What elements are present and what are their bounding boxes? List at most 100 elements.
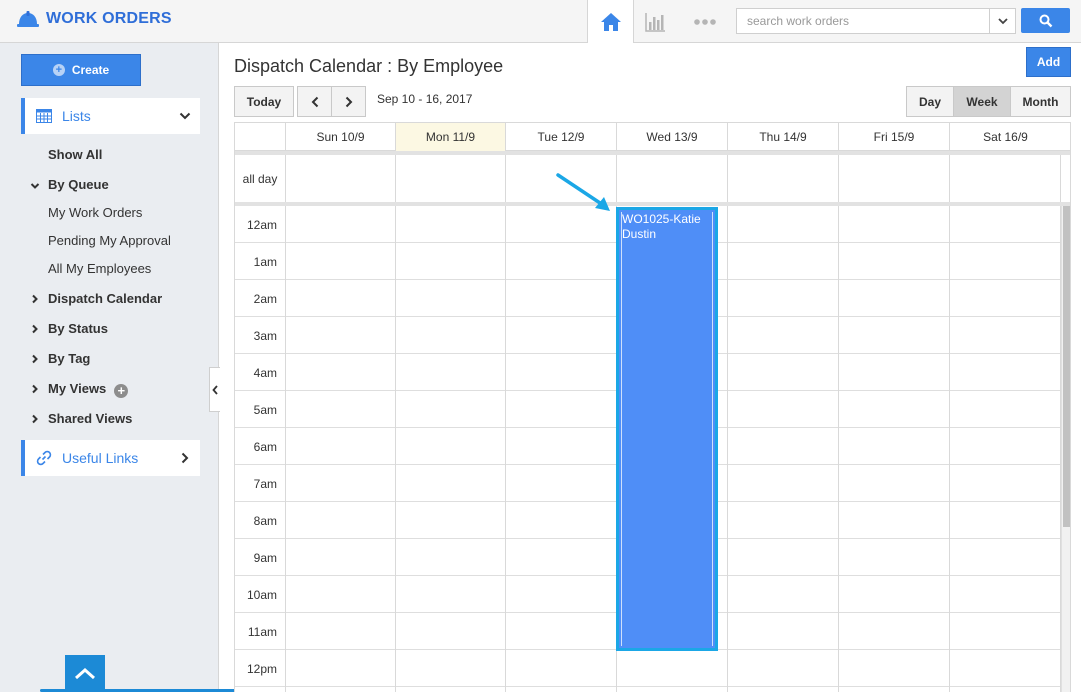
day-header-fri[interactable]: Fri 15/9	[838, 123, 949, 151]
app-title: WORK ORDERS	[46, 10, 172, 27]
week-calendar: Sun 10/9 Mon 11/9 Tue 12/9 Wed 13/9 Thu …	[234, 122, 1071, 692]
sidebar-item-by-status[interactable]: By Status	[48, 321, 108, 336]
sidebar-item-pending-my-approval[interactable]: Pending My Approval	[48, 233, 171, 248]
day-header-sat[interactable]: Sat 16/9	[949, 123, 1061, 151]
lists-label: Lists	[62, 108, 91, 124]
hour-label: 1am	[253, 254, 277, 269]
sidebar-item-shared-views[interactable]: Shared Views	[48, 411, 132, 426]
hour-label: 2am	[253, 291, 277, 306]
scrollbar-thumb[interactable]	[1063, 206, 1070, 527]
today-button[interactable]: Today	[234, 86, 294, 117]
chevron-down-icon	[178, 109, 192, 123]
event-title: WO1025-Katie Dustin	[622, 212, 701, 242]
day-column-divider	[285, 206, 286, 692]
add-button[interactable]: Add	[1026, 47, 1071, 77]
event-title-line-1: WO1025-Katie	[622, 212, 701, 226]
chevron-right-icon[interactable]	[30, 414, 40, 424]
all-day-cell[interactable]	[395, 155, 505, 202]
event-title-line-2: Dustin	[622, 227, 657, 241]
all-day-label: all day	[242, 171, 278, 186]
all-day-row: all day	[235, 155, 1070, 202]
view-month-button[interactable]: Month	[1010, 86, 1071, 117]
all-day-cell[interactable]	[949, 155, 1061, 202]
useful-links-section-header[interactable]: Useful Links	[21, 440, 200, 476]
nav-reports-button[interactable]	[634, 0, 676, 43]
search-icon	[1039, 14, 1052, 27]
hour-label: 7am	[253, 476, 277, 491]
calendar-scrollbar[interactable]	[1061, 206, 1070, 692]
day-column-divider	[395, 206, 396, 692]
my-views-label: My Views	[48, 381, 107, 396]
plus-icon: +	[52, 64, 65, 76]
add-view-icon[interactable]: +	[114, 384, 129, 398]
chevron-right-icon[interactable]	[30, 294, 40, 304]
hour-label: 4am	[253, 365, 277, 380]
day-column-divider	[727, 206, 728, 692]
hour-label: 6am	[253, 439, 277, 454]
hour-label: 11am	[247, 624, 277, 639]
day-header-mon[interactable]: Mon 11/9	[395, 123, 505, 151]
chevron-right-icon[interactable]	[30, 384, 40, 394]
create-label: Create	[71, 63, 110, 77]
hour-label: 8am	[253, 513, 277, 528]
annotation-arrow-icon	[556, 173, 610, 211]
useful-links-label: Useful Links	[62, 450, 139, 466]
chevron-right-icon	[178, 451, 192, 465]
chevron-right-icon[interactable]	[30, 324, 40, 334]
all-day-cell[interactable]	[727, 155, 838, 202]
calendar-event[interactable]: WO1025-Katie Dustin	[616, 207, 718, 651]
top-bar: WORK ORDERS	[0, 0, 1081, 43]
sidebar-item-my-work-orders[interactable]: My Work Orders	[48, 205, 142, 220]
home-icon	[600, 12, 621, 31]
hour-label: 12am	[246, 217, 277, 232]
hour-label: 3am	[253, 328, 277, 343]
scroll-to-top-button[interactable]	[65, 655, 105, 692]
sidebar-item-by-queue[interactable]: By Queue	[48, 177, 109, 192]
calendar-grid-icon	[35, 108, 53, 124]
all-day-cell[interactable]	[616, 155, 727, 202]
more-icon	[694, 18, 716, 25]
sidebar: + Create Lists Show All By Queue My Work…	[0, 43, 386, 692]
hour-row: 12pm	[235, 650, 1061, 687]
day-column-divider	[838, 206, 839, 692]
sidebar-item-my-views[interactable]: My Views +	[48, 381, 129, 398]
search-box	[736, 8, 1016, 34]
view-week-button[interactable]: Week	[953, 86, 1011, 117]
previous-week-button[interactable]	[297, 86, 332, 117]
page-title: Dispatch Calendar : By Employee	[234, 56, 504, 76]
day-column-divider	[505, 206, 506, 692]
search-input[interactable]	[737, 9, 989, 33]
hour-label: 10am	[246, 587, 277, 602]
day-header-wed[interactable]: Wed 13/9	[616, 123, 727, 151]
all-day-cell[interactable]	[838, 155, 949, 202]
sidebar-item-by-tag[interactable]: By Tag	[48, 351, 90, 366]
sidebar-item-all-my-employees[interactable]: All My Employees	[48, 261, 151, 276]
chevron-right-icon	[345, 96, 352, 107]
chevron-down-icon[interactable]	[30, 181, 40, 191]
nav-more-button[interactable]	[682, 0, 728, 43]
create-button[interactable]: + Create	[21, 54, 141, 86]
nav-home-button[interactable]	[587, 0, 634, 43]
day-header-thu[interactable]: Thu 14/9	[727, 123, 838, 151]
hour-label: 9am	[253, 550, 277, 565]
brand[interactable]: WORK ORDERS	[16, 9, 172, 29]
sidebar-item-show-all[interactable]: Show All	[48, 147, 102, 162]
search-button[interactable]	[1021, 8, 1070, 33]
all-day-cell[interactable]	[285, 155, 395, 202]
chevron-up-icon	[75, 667, 95, 679]
day-header-tue[interactable]: Tue 12/9	[505, 123, 616, 151]
sidebar-collapse-toggle[interactable]	[209, 367, 220, 412]
sidebar-item-dispatch-calendar[interactable]: Dispatch Calendar	[48, 291, 162, 306]
bar-chart-icon	[645, 12, 665, 32]
day-header-sun[interactable]: Sun 10/9	[285, 123, 395, 151]
event-body	[621, 212, 713, 646]
day-column-divider	[949, 206, 950, 692]
hour-label: 5am	[253, 402, 277, 417]
next-week-button[interactable]	[331, 86, 366, 117]
hard-hat-icon	[17, 11, 39, 27]
chevron-right-icon[interactable]	[30, 354, 40, 364]
search-filter-dropdown[interactable]	[989, 9, 1015, 33]
lists-section-header[interactable]: Lists	[21, 98, 200, 134]
chevron-left-icon	[311, 96, 318, 107]
view-day-button[interactable]: Day	[906, 86, 954, 117]
